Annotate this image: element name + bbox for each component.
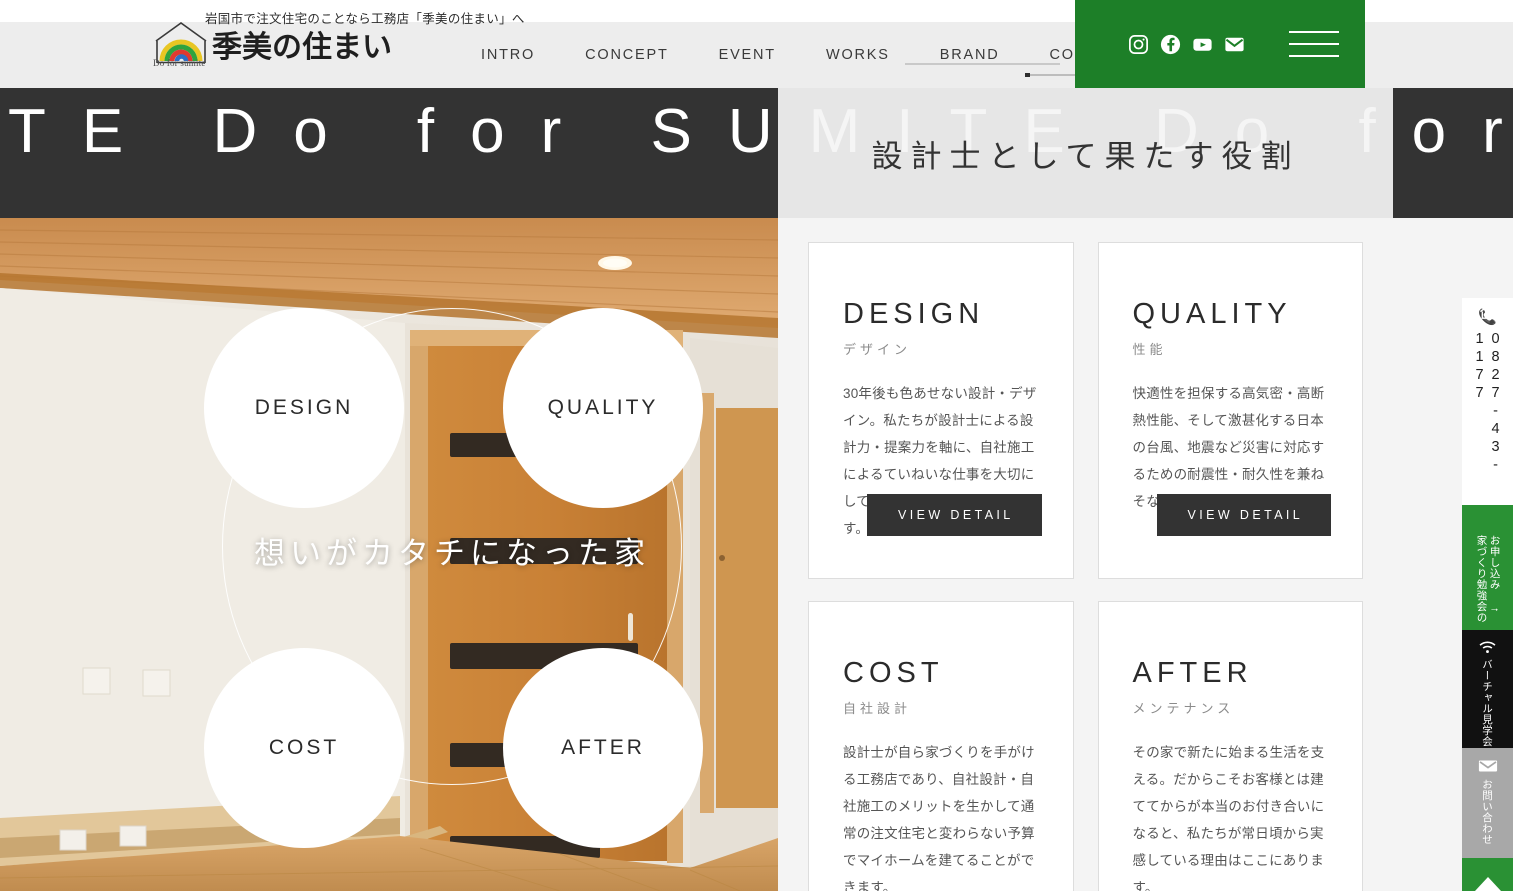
rail-seminar-line1: 家づくり勉強会の (1475, 535, 1488, 623)
card-after-subtitle: メンテナンス (1132, 700, 1235, 716)
card-quality-subtitle: 性能 (1132, 341, 1167, 357)
bubble-cost-label: COST (268, 736, 340, 759)
bubble-after-label: AFTER (561, 736, 645, 759)
nav-item-brand[interactable]: BRAND (915, 22, 1025, 88)
card-after-body: その家で新たに始まる生活を支える。だからこそお客様とは建ててからが本当のお付き合… (1132, 744, 1325, 891)
feature-card-grid: DESIGN デザイン 30年後も色あせない設計・デザイン。私たちが設計士による… (778, 218, 1393, 891)
nav-item-works[interactable]: WORKS (801, 22, 915, 88)
bubble-design-label: DESIGN (254, 396, 354, 419)
mail-icon[interactable] (1223, 33, 1246, 56)
facebook-icon[interactable] (1159, 33, 1182, 56)
wifi-icon (1478, 640, 1497, 654)
site-logo[interactable]: Do for sumite 季美の住まい (152, 19, 392, 69)
bubble-design[interactable]: DESIGN (204, 308, 404, 508)
nav-active-underline (905, 63, 1060, 65)
page-title: 設計士として果たす役割 (871, 138, 1300, 174)
card-quality: QUALITY 性能 快適性を担保する高気密・高断熱性能、そして激甚化する日本の… (1097, 242, 1363, 579)
page-title-panel: 設計士として果たす役割 (778, 88, 1393, 218)
hamburger-line (1289, 31, 1339, 33)
hamburger-line (1289, 55, 1339, 57)
rail-seminar-signup[interactable]: 家づくり勉強会の お申し込み → (1462, 305, 1513, 630)
card-cost-title: COST (843, 657, 944, 689)
rail-contact[interactable]: お問い合わせ (1462, 748, 1513, 858)
bubble-quality-label: QUALITY (547, 396, 659, 419)
logo-tagline: Do for sumite (153, 58, 206, 68)
social-links (1127, 33, 1246, 56)
rail-phone-number: 0827-43-1177 (1471, 331, 1504, 475)
nav-item-event[interactable]: EVENT (694, 22, 801, 88)
header-utility-block (1075, 0, 1365, 88)
bubble-cost[interactable]: COST (204, 648, 404, 848)
card-after-title: AFTER (1132, 657, 1253, 689)
rail-phone[interactable]: 📞 0827-43-1177 (1462, 298, 1513, 505)
rail-seminar-line2: お申し込み → (1488, 535, 1501, 615)
instagram-icon[interactable] (1127, 33, 1150, 56)
card-design: DESIGN デザイン 30年後も色あせない設計・デザイン。私たちが設計士による… (808, 242, 1074, 579)
logo-wordmark: 季美の住まい (212, 31, 392, 64)
nav-item-intro[interactable]: INTRO (481, 22, 560, 88)
card-quality-view-detail-button[interactable]: VIEW DETAIL (1156, 494, 1332, 536)
card-after: AFTER メンテナンス その家で新たに始まる生活を支える。だからこそお客様とは… (1097, 601, 1363, 891)
card-design-view-detail-button[interactable]: VIEW DETAIL (867, 494, 1042, 536)
chevron-up-icon (1474, 876, 1501, 891)
nav-item-concept[interactable]: CONCEPT (560, 22, 694, 88)
rail-seminar-text: 家づくり勉強会の お申し込み → (1474, 535, 1501, 623)
youtube-icon[interactable] (1191, 33, 1214, 56)
bubble-quality[interactable]: QUALITY (503, 308, 703, 508)
hamburger-menu-button[interactable] (1289, 31, 1339, 57)
rail-virtual-tour-label: バーチャル見学会 (1481, 659, 1493, 747)
card-design-subtitle: デザイン (843, 341, 912, 357)
house-icon (1478, 304, 1497, 321)
card-design-title: DESIGN (843, 298, 985, 330)
rail-contact-label: お問い合わせ (1481, 779, 1493, 845)
hamburger-line (1289, 43, 1339, 45)
back-to-top-button[interactable] (1462, 858, 1513, 891)
rainbow-house-icon: Do for sumite (152, 19, 210, 69)
bubble-after[interactable]: AFTER (503, 648, 703, 848)
card-cost-body: 設計士が自ら家づくりを手がける工務店であり、自社設計・自社施工のメリットを生かし… (843, 744, 1035, 891)
rail-virtual-tour[interactable]: バーチャル見学会 (1462, 630, 1513, 748)
page-root: TE Do for SUMITE Do for SU (0, 0, 1513, 891)
card-cost-subtitle: 自社設計 (843, 700, 912, 716)
envelope-icon (1478, 759, 1498, 773)
side-rail: 📞 0827-43-1177 家づくり勉強会の お申し込み → バーチャル見学会… (1462, 298, 1513, 891)
card-quality-title: QUALITY (1132, 298, 1292, 330)
card-cost: COST 自社設計 設計士が自ら家づくりを手がける工務店であり、自社設計・自社施… (808, 601, 1074, 891)
